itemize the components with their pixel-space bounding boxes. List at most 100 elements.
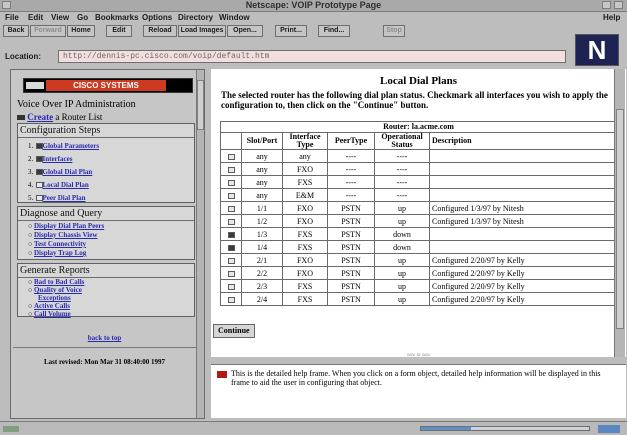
last-revised: Last revised: Mon Mar 31 08:40:00 1997 [43, 358, 166, 366]
reload-button[interactable]: Reload [143, 25, 177, 37]
peertype-cell: PSTN [327, 201, 375, 215]
config-step: 3. Global Dial Plan [28, 165, 99, 178]
menu-go[interactable]: Go [77, 12, 88, 23]
home-button[interactable]: Home [67, 25, 95, 37]
diagnose-link[interactable]: Display Dial Plan Peers [34, 222, 104, 230]
report-link[interactable]: Quality of Voice [34, 286, 82, 294]
window-title: Netscape: VOIP Prototype Page [245, 0, 382, 10]
toolbar: Back Forward Home Edit Reload Load Image… [0, 24, 570, 39]
diagnose-link[interactable]: Display Chassis View [34, 231, 97, 239]
cisco-brand-text: CISCO SYSTEMS [46, 80, 166, 91]
step-link[interactable]: Interfaces [43, 155, 73, 163]
edit-button[interactable]: Edit [106, 25, 132, 37]
row-checkbox[interactable] [227, 283, 235, 290]
description-cell [429, 162, 617, 176]
interface-cell: FXS [282, 227, 328, 241]
config-step: 1. Global Parameters [28, 139, 99, 152]
open-button[interactable]: Open... [227, 25, 263, 37]
config-step: 4. Local Dial Plan [28, 178, 99, 191]
row-checkbox[interactable] [227, 218, 235, 225]
table-row: any E&M ---- ---- [220, 188, 617, 202]
menu-bookmarks[interactable]: Bookmarks [95, 12, 139, 23]
menu-help[interactable]: Help [603, 12, 620, 23]
menu-view[interactable]: View [51, 12, 69, 23]
back-to-top-link[interactable]: back to top [88, 334, 121, 342]
row-checkbox[interactable] [227, 257, 235, 264]
report-link[interactable]: Exceptions [38, 294, 71, 302]
maximize-button[interactable] [614, 1, 623, 9]
interface-cell: FXS [282, 240, 328, 254]
step-link[interactable]: Local Dial Plan [43, 181, 89, 189]
select-cell [220, 175, 242, 189]
select-cell [220, 201, 242, 215]
back-to-top-row: back to top [11, 332, 198, 342]
slot-cell: 1/2 [241, 214, 283, 228]
row-checkbox[interactable] [227, 179, 235, 186]
slot-cell: 2/1 [241, 253, 283, 267]
row-checkbox[interactable] [227, 296, 235, 303]
diagnose-link[interactable]: Display Trap Log [34, 249, 86, 257]
column-header-row: Slot/Port Interface Type PeerType Operat… [220, 132, 617, 150]
step-number: 3. [28, 168, 34, 176]
nav-scrollbar[interactable] [196, 70, 204, 418]
row-checkbox[interactable] [227, 205, 235, 212]
url-field[interactable]: http://dennis-pc.cisco.com/voip/default.… [58, 50, 566, 63]
interface-cell: any [282, 149, 328, 163]
row-checkbox[interactable] [227, 244, 235, 251]
select-cell [220, 227, 242, 241]
step-flag-icon [35, 168, 43, 175]
router-header-row: Router: la.acme.com [220, 121, 617, 133]
content-scroll-thumb[interactable] [616, 109, 624, 329]
load-images-button[interactable]: Load Images [178, 25, 226, 37]
stop-button[interactable]: Stop [383, 25, 405, 37]
forward-button[interactable]: Forward [30, 25, 66, 37]
report-link[interactable]: Active Calls [34, 302, 70, 310]
reports-list: ○ Bad to Bad Calls ○ Quality of Voice Ex… [28, 278, 84, 318]
description-cell [429, 240, 617, 254]
interface-cell: E&M [282, 188, 328, 202]
nav-scroll-thumb[interactable] [197, 80, 204, 130]
security-key-icon [3, 426, 19, 432]
mail-status-icon[interactable] [598, 425, 620, 433]
router-label: Router: la.acme.com [220, 121, 617, 133]
menu-file[interactable]: File [5, 12, 19, 23]
select-cell [220, 162, 242, 176]
row-checkbox[interactable] [227, 166, 235, 173]
menu-edit[interactable]: Edit [28, 12, 43, 23]
row-checkbox[interactable] [227, 153, 235, 160]
slot-cell: any [241, 162, 283, 176]
print-button[interactable]: Print... [275, 25, 307, 37]
status-bar [0, 421, 627, 435]
netscape-logo[interactable]: N [575, 34, 619, 66]
create-link[interactable]: Create [27, 112, 53, 122]
find-button[interactable]: Find... [318, 25, 350, 37]
back-button[interactable]: Back [3, 25, 29, 37]
url-text: http://dennis-pc.cisco.com/voip/default.… [63, 52, 270, 61]
step-link[interactable]: Peer Dial Plan [43, 194, 86, 202]
frame-resize-marker: ≈≈ ≈ ≈≈ [407, 351, 430, 357]
step-link[interactable]: Global Dial Plan [43, 168, 93, 176]
dial-plan-table: Router: la.acme.com Slot/Port Interface … [220, 121, 617, 306]
content-scrollbar[interactable] [614, 69, 625, 357]
report-link[interactable]: Call Volume [34, 310, 71, 318]
step-number: 4. [28, 181, 34, 189]
step-number: 1. [28, 142, 34, 150]
minimize-button[interactable] [602, 1, 611, 9]
description-cell [429, 188, 617, 202]
col-slot-header: Slot/Port [241, 132, 283, 150]
continue-button[interactable]: Continue [213, 324, 255, 338]
report-link[interactable]: Bad to Bad Calls [34, 278, 84, 286]
menu-options[interactable]: Options [142, 12, 172, 23]
diagnose-link[interactable]: Test Connectivity [34, 240, 86, 248]
status-cell: up [374, 253, 430, 267]
step-link[interactable]: Global Parameters [43, 142, 100, 150]
row-checkbox[interactable] [227, 192, 235, 199]
select-cell [220, 240, 242, 254]
menu-directory[interactable]: Directory [178, 12, 213, 23]
col-status-header: Operational Status [374, 132, 430, 150]
slot-cell: 1/3 [241, 227, 283, 241]
row-checkbox[interactable] [227, 270, 235, 277]
diagnose-item: ○ Display Dial Plan Peers [28, 222, 105, 230]
row-checkbox[interactable] [227, 231, 235, 238]
menu-window[interactable]: Window [219, 12, 250, 23]
